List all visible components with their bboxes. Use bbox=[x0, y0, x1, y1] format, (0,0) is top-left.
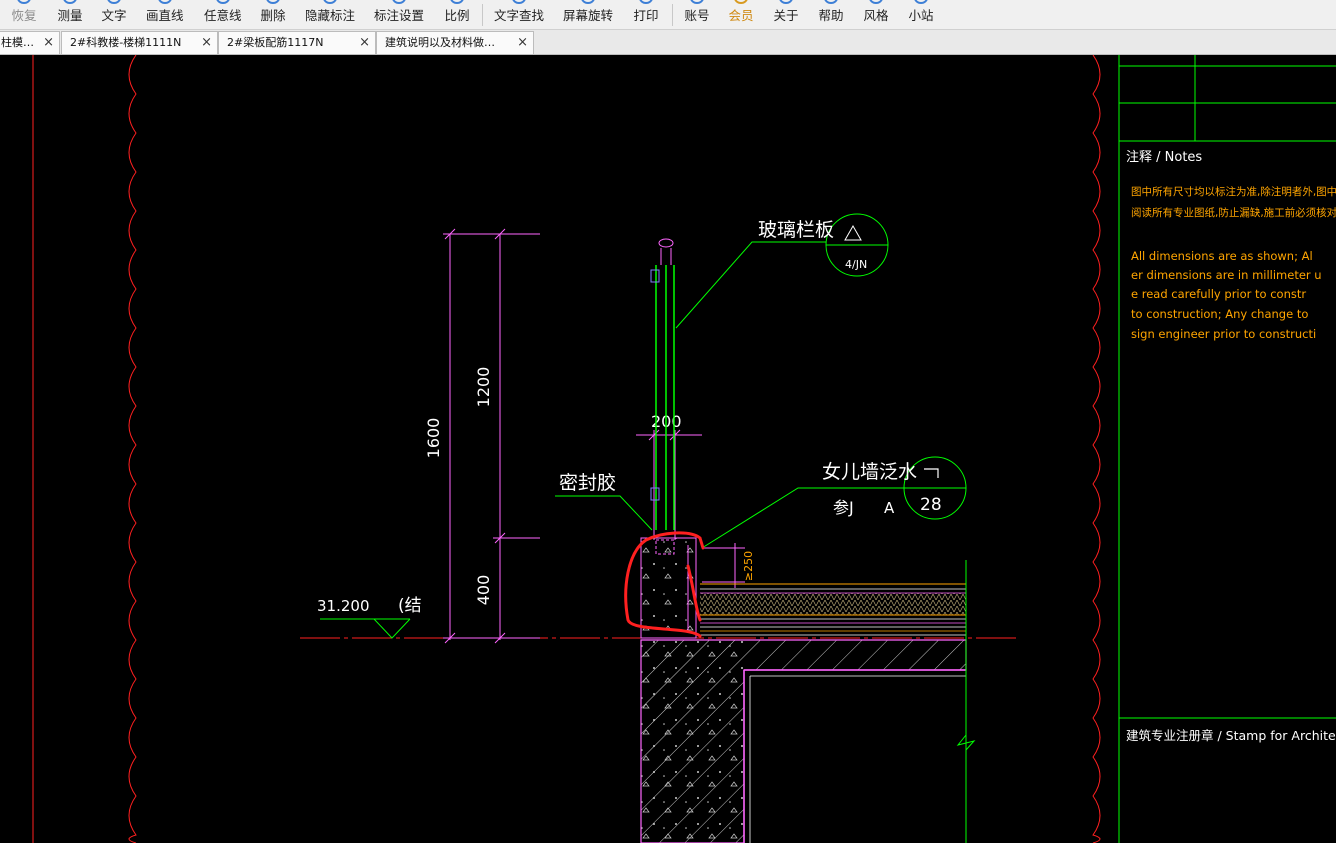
scale-icon bbox=[450, 0, 464, 4]
about-button[interactable]: 关于 bbox=[773, 0, 799, 29]
print-button[interactable]: 打印 bbox=[633, 0, 659, 29]
delete-icon bbox=[266, 0, 280, 4]
notes-cn-line-2: 阅读所有专业图纸,防止漏缺,施工前必须核对尺 bbox=[1131, 206, 1336, 219]
parapet-ref-suffix: A bbox=[884, 499, 895, 517]
freehand-line-icon bbox=[215, 0, 230, 4]
rotate-screen-icon bbox=[581, 0, 595, 4]
toolbar-label: 屏幕旋转 bbox=[563, 8, 614, 23]
toolbar-label: 会员 bbox=[728, 8, 754, 23]
elevation-note: (结 bbox=[398, 596, 422, 616]
tab-label: 柱模… bbox=[1, 36, 34, 49]
tab-label: 2#梁板配筋1117N bbox=[227, 36, 324, 49]
toolbar-label: 任意线 bbox=[204, 8, 242, 23]
dimension-1600: 1600 bbox=[424, 418, 443, 459]
text-button[interactable]: 文字 bbox=[101, 0, 127, 29]
toolbar-label: 测量 bbox=[57, 8, 83, 23]
toolbar-separator bbox=[672, 4, 673, 26]
tab-label: 建筑说明以及材料做… bbox=[385, 36, 495, 49]
notes-header: 注释 / Notes bbox=[1126, 150, 1202, 165]
toolbar-label: 画直线 bbox=[146, 8, 184, 23]
cad-drawing-canvas[interactable]: 注释 / Notes 图中所有尺寸均以标注为准,除注明者外,图中标 阅读所有专业… bbox=[0, 55, 1336, 843]
toolbar-label: 标注设置 bbox=[374, 8, 425, 23]
account-icon bbox=[690, 0, 704, 4]
toolbar-label: 隐藏标注 bbox=[305, 8, 356, 23]
toolbar-label: 关于 bbox=[773, 8, 799, 23]
parapet-ref-number: 28 bbox=[920, 495, 942, 515]
notes-en-line-3: e read carefully prior to constr bbox=[1131, 287, 1306, 301]
dimension-400: 400 bbox=[474, 575, 493, 606]
notes-en-line-5: sign engineer prior to constructi bbox=[1131, 327, 1316, 341]
document-tab[interactable]: 2#科教楼-楼梯1111N × bbox=[61, 31, 218, 54]
rotate-screen-button[interactable]: 屏幕旋转 bbox=[563, 0, 614, 29]
print-icon bbox=[639, 0, 653, 4]
membership-icon bbox=[734, 0, 748, 4]
measure-button[interactable]: 测量 bbox=[57, 0, 83, 29]
delete-button[interactable]: 删除 bbox=[260, 0, 286, 29]
toolbar-label: 帮助 bbox=[818, 8, 844, 23]
toolbar-label: 删除 bbox=[260, 8, 286, 23]
toolbar-label: 小站 bbox=[908, 8, 934, 23]
membership-button[interactable]: 会员 bbox=[728, 0, 754, 29]
help-button[interactable]: 帮助 bbox=[818, 0, 844, 29]
measure-icon bbox=[63, 0, 77, 4]
draw-line-icon bbox=[157, 0, 172, 4]
mini-site-button[interactable]: 小站 bbox=[908, 0, 934, 29]
label-glass-panel: 玻璃栏板 bbox=[758, 219, 834, 241]
toolbar-label: 恢复 bbox=[11, 8, 37, 23]
annotation-settings-icon bbox=[392, 0, 406, 4]
stamp-label: 建筑专业注册章 / Stamp for Archite bbox=[1126, 728, 1336, 743]
close-icon[interactable]: × bbox=[517, 32, 528, 54]
redo-icon bbox=[17, 0, 31, 4]
elevation-value: 31.200 bbox=[317, 597, 370, 615]
tab-bar: 柱模… × 2#科教楼-楼梯1111N × 2#梁板配筋1117N × 建筑说明以及材料做…… bbox=[0, 30, 1336, 55]
hide-annotations-icon bbox=[323, 0, 337, 4]
style-button[interactable]: 风格 bbox=[863, 0, 889, 29]
help-icon bbox=[824, 0, 838, 4]
parapet-ref-prefix: 参J bbox=[833, 498, 854, 517]
mini-site-icon bbox=[914, 0, 928, 4]
annotation-settings-button[interactable]: 标注设置 bbox=[374, 0, 425, 29]
text-search-icon bbox=[512, 0, 526, 4]
dimension-1200: 1200 bbox=[474, 367, 493, 408]
hide-annotations-button[interactable]: 隐藏标注 bbox=[305, 0, 356, 29]
notes-cn-line-1: 图中所有尺寸均以标注为准,除注明者外,图中标 bbox=[1131, 185, 1336, 198]
toolbar-separator bbox=[482, 4, 483, 26]
notes-en-line-2: er dimensions are in millimeter u bbox=[1131, 268, 1322, 282]
close-icon[interactable]: × bbox=[43, 32, 54, 54]
tab-label: 2#科教楼-楼梯1111N bbox=[70, 36, 182, 49]
dimension-upturn: ≥250 bbox=[742, 551, 755, 581]
scale-button[interactable]: 比例 bbox=[444, 0, 470, 29]
text-icon bbox=[107, 0, 121, 4]
toolbar: 恢复 测量 文字 画直线 任意线 删除 隐藏标注 标注设置 比例 文字查找 屏幕旋转 打印 账号 会员 关于… bbox=[0, 0, 1336, 30]
freehand-line-button[interactable]: 任意线 bbox=[204, 0, 242, 29]
redo-button[interactable]: 恢复 bbox=[11, 0, 37, 29]
notes-en-line-4: to construction; Any change to bbox=[1131, 307, 1308, 321]
toolbar-label: 打印 bbox=[633, 8, 659, 23]
toolbar-label: 比例 bbox=[444, 8, 470, 23]
toolbar-label: 文字查找 bbox=[494, 8, 545, 23]
about-icon bbox=[779, 0, 793, 4]
document-tab[interactable]: 柱模… × bbox=[0, 31, 60, 54]
toolbar-label: 文字 bbox=[101, 8, 127, 23]
account-button[interactable]: 账号 bbox=[684, 0, 710, 29]
close-icon[interactable]: × bbox=[359, 32, 370, 54]
document-tab[interactable]: 建筑说明以及材料做… × bbox=[376, 31, 534, 54]
style-icon bbox=[869, 0, 883, 4]
label-sealant: 密封胶 bbox=[559, 472, 616, 494]
draw-line-button[interactable]: 画直线 bbox=[146, 0, 184, 29]
glass-panel-ref: 4/JN bbox=[845, 258, 867, 271]
label-parapet-flashing: 女儿墙泛水 bbox=[822, 461, 917, 483]
toolbar-label: 风格 bbox=[863, 8, 889, 23]
document-tab[interactable]: 2#梁板配筋1117N × bbox=[218, 31, 376, 54]
notes-en-line-1: All dimensions are as shown; Al bbox=[1131, 249, 1313, 263]
text-search-button[interactable]: 文字查找 bbox=[494, 0, 545, 29]
toolbar-label: 账号 bbox=[684, 8, 710, 23]
close-icon[interactable]: × bbox=[201, 32, 212, 54]
